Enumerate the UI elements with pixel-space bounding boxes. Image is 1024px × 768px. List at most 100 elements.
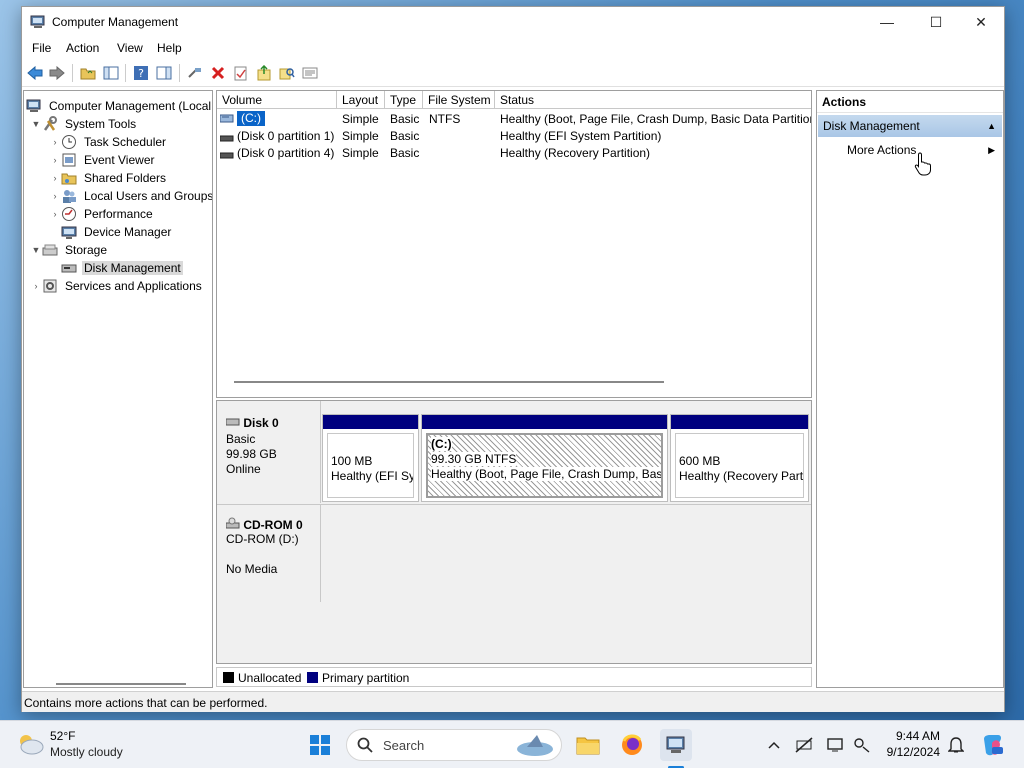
firefox-icon[interactable] (616, 729, 648, 761)
disk-0-label[interactable]: Disk 0 Basic 99.98 GB Online (217, 401, 321, 503)
table-row[interactable]: (C:) Simple Basic NTFS Healthy (Boot, Pa… (217, 111, 811, 128)
users-icon (61, 188, 77, 204)
network-disconnected-icon[interactable] (788, 729, 820, 761)
menu-action[interactable]: Action (66, 41, 99, 55)
chevron-up-icon[interactable] (758, 729, 790, 761)
disk-graphical-view: Disk 0 Basic 99.98 GB Online 100 MB Heal… (216, 400, 812, 664)
column-header-status[interactable]: Status (495, 91, 811, 109)
disk-management-icon (61, 260, 77, 276)
chevron-right-icon[interactable]: › (49, 137, 61, 147)
menu-view[interactable]: View (117, 41, 143, 55)
forward-arrow-icon[interactable] (48, 64, 66, 82)
column-header-type[interactable]: Type (385, 91, 423, 109)
partition-efi[interactable]: 100 MB Healthy (EFI Sys (322, 414, 419, 502)
cdrom-volume-area[interactable] (321, 504, 811, 602)
up-folder-icon[interactable] (79, 64, 97, 82)
properties-icon[interactable] (232, 64, 250, 82)
menu-bar: File Action View Help (22, 37, 1004, 59)
weather-cloud-icon[interactable] (16, 733, 44, 758)
tools-icon (42, 116, 58, 132)
chevron-down-icon[interactable]: ▼ (30, 245, 42, 255)
search-folder-icon[interactable] (278, 64, 296, 82)
windows-start-icon[interactable] (304, 729, 336, 761)
delete-icon[interactable] (209, 64, 227, 82)
partition-icon (219, 149, 234, 163)
column-header-volume[interactable]: Volume (217, 91, 337, 109)
shared-folder-icon (61, 170, 77, 186)
tree-item-computer-management[interactable]: Computer Management (Local (26, 97, 212, 115)
cdrom-0-label[interactable]: CD-ROM 0 CD-ROM (D:) No Media (217, 504, 321, 602)
close-button[interactable]: ✕ (958, 7, 1004, 37)
tree-horizontal-scrollbar[interactable] (56, 683, 186, 685)
status-bar: Contains more actions that can be perfor… (22, 691, 1004, 712)
notification-bell-icon[interactable] (940, 729, 972, 761)
chevron-right-icon[interactable]: › (49, 191, 61, 201)
show-hide-tree-icon[interactable] (102, 64, 120, 82)
list-view-icon[interactable] (301, 64, 319, 82)
accessibility-icon[interactable] (846, 729, 878, 761)
chevron-right-icon[interactable]: › (49, 155, 61, 165)
taskbar-search-box[interactable]: Search (346, 729, 562, 761)
more-actions-item[interactable]: More Actions (847, 143, 916, 157)
computer-management-window: Computer Management — ☐ ✕ File Action Vi… (21, 6, 1005, 712)
tree-item-event-viewer[interactable]: › Event Viewer (49, 151, 156, 169)
volume-list-horizontal-scrollbar[interactable] (234, 381, 664, 383)
storage-icon (42, 242, 58, 258)
tree-item-storage[interactable]: ▼ Storage (30, 241, 109, 259)
table-row[interactable]: (Disk 0 partition 4) Simple Basic Health… (217, 145, 811, 162)
collapse-up-icon[interactable]: ▲ (987, 115, 996, 137)
chevron-right-icon[interactable]: › (49, 209, 61, 219)
submenu-arrow-icon: ▶ (988, 145, 995, 155)
chevron-right-icon[interactable]: › (49, 173, 61, 183)
clock-icon (61, 134, 77, 150)
legend-primary-partition: Primary partition (322, 671, 410, 685)
weather-temperature[interactable]: 52°F (50, 729, 75, 743)
file-explorer-icon[interactable] (572, 729, 604, 761)
tree-item-shared-folders[interactable]: › Shared Folders (49, 169, 168, 187)
column-header-layout[interactable]: Layout (337, 91, 385, 109)
chevron-right-icon[interactable]: › (30, 281, 42, 291)
chevron-down-icon[interactable]: ▼ (30, 119, 42, 129)
services-icon (42, 278, 58, 294)
connect-icon[interactable] (186, 64, 204, 82)
computer-management-icon (30, 14, 46, 30)
export-icon[interactable] (255, 64, 273, 82)
partition-c[interactable]: (C:) 99.30 GB NTFS Healthy (Boot, Page F… (421, 414, 668, 502)
column-header-file-system[interactable]: File System (423, 91, 495, 109)
table-row[interactable]: (Disk 0 partition 1) Simple Basic Health… (217, 128, 811, 145)
computer-management-taskbar-icon[interactable] (660, 729, 692, 761)
search-highlight-icon (513, 733, 559, 762)
taskbar: 52°F Mostly cloudy Search 9:44 AM 9/12/2… (0, 720, 1024, 768)
tree-item-task-scheduler[interactable]: › Task Scheduler (49, 133, 168, 151)
tree-item-device-manager[interactable]: Device Manager (61, 223, 173, 241)
help-icon[interactable]: ? (132, 64, 150, 82)
tree-item-performance[interactable]: › Performance (49, 205, 155, 223)
back-arrow-icon[interactable] (26, 64, 44, 82)
copilot-icon[interactable] (976, 729, 1008, 761)
disk-icon (225, 416, 240, 430)
computer-management-icon (26, 98, 42, 114)
partition-recovery[interactable]: 600 MB Healthy (Recovery Partit (670, 414, 809, 502)
tree-item-system-tools[interactable]: ▼ System Tools (30, 115, 138, 133)
tree-item-local-users-and-groups[interactable]: › Local Users and Groups (49, 187, 212, 205)
disk-0-name: Disk 0 (225, 416, 279, 430)
maximize-button[interactable]: ☐ (913, 7, 959, 37)
weather-summary[interactable]: Mostly cloudy (50, 745, 123, 759)
search-icon (357, 737, 373, 756)
show-hide-action-pane-icon[interactable] (155, 64, 173, 82)
clock-date[interactable]: 9/12/2024 (880, 745, 940, 759)
cdrom-icon (225, 517, 240, 532)
performance-icon (61, 206, 77, 222)
tree-item-disk-management[interactable]: Disk Management (61, 259, 183, 277)
tree-item-services-and-applications[interactable]: › Services and Applications (30, 277, 204, 295)
navigation-tree: Computer Management (Local ▼ System Tool… (23, 90, 213, 688)
primary-partition-bar (323, 415, 418, 429)
clock-time[interactable]: 9:44 AM (880, 729, 940, 743)
menu-help[interactable]: Help (157, 41, 182, 55)
menu-file[interactable]: File (32, 41, 51, 55)
volume-list: Volume Layout Type File System Status (C… (216, 90, 812, 398)
actions-group-disk-management[interactable]: Disk Management ▲ (818, 115, 1002, 137)
title-bar[interactable]: Computer Management — ☐ ✕ (22, 7, 1004, 37)
actions-header: Actions (817, 91, 1003, 113)
minimize-button[interactable]: — (864, 7, 910, 37)
